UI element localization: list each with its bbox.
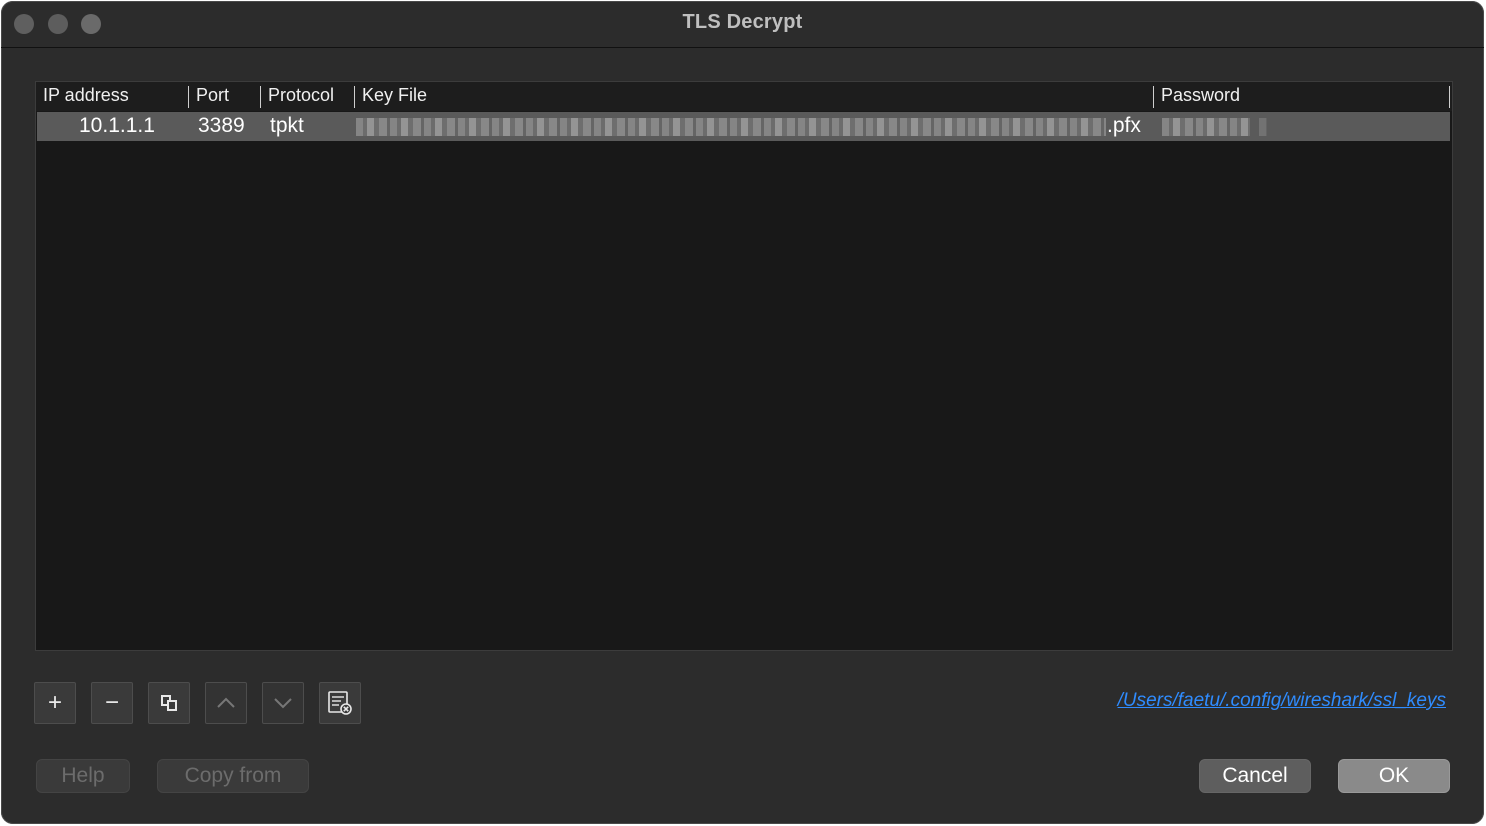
column-header-password[interactable]: Password	[1161, 85, 1240, 106]
clear-list-icon	[328, 691, 352, 715]
clear-all-button[interactable]	[319, 682, 361, 724]
column-divider[interactable]	[188, 86, 189, 108]
copy-icon	[161, 695, 177, 711]
table-header: IP address Port Protocol Key File Passwo…	[36, 82, 1452, 111]
redacted-password	[1162, 118, 1250, 136]
column-header-ip-address[interactable]: IP address	[43, 85, 129, 106]
plus-icon: +	[47, 689, 62, 716]
keys-table[interactable]: IP address Port Protocol Key File Passwo…	[35, 81, 1453, 651]
column-header-key-file[interactable]: Key File	[362, 85, 427, 106]
column-header-protocol[interactable]: Protocol	[268, 85, 334, 106]
ok-button[interactable]: OK	[1338, 759, 1450, 793]
redacted-password-tail	[1259, 118, 1267, 136]
move-down-button[interactable]	[262, 682, 304, 724]
redacted-key-file-path	[356, 118, 1106, 136]
title-bar: TLS Decrypt	[1, 1, 1484, 48]
column-header-port[interactable]: Port	[196, 85, 229, 106]
cell-port[interactable]: 3389	[198, 114, 245, 138]
cell-ip-address[interactable]: 10.1.1.1	[79, 114, 155, 138]
table-row[interactable]: 10.1.1.1 3389 tpkt .pfx	[37, 112, 1450, 141]
column-divider[interactable]	[1153, 86, 1154, 108]
move-up-button[interactable]	[205, 682, 247, 724]
chevron-up-icon	[217, 697, 235, 708]
column-divider[interactable]	[354, 86, 355, 108]
column-divider[interactable]	[1449, 86, 1450, 108]
add-entry-button[interactable]: +	[34, 682, 76, 724]
minus-icon: −	[104, 689, 119, 716]
tls-decrypt-dialog: TLS Decrypt IP address Port Protocol Key…	[1, 1, 1484, 824]
cancel-button[interactable]: Cancel	[1199, 759, 1311, 793]
column-divider[interactable]	[260, 86, 261, 108]
window-title: TLS Decrypt	[682, 11, 803, 33]
copy-entry-button[interactable]	[148, 682, 190, 724]
config-path-link[interactable]: /Users/faetu/.config/wireshark/ssl_keys	[1118, 690, 1446, 712]
cell-protocol[interactable]: tpkt	[270, 114, 304, 138]
copy-from-button[interactable]: Copy from	[157, 759, 309, 793]
chevron-down-icon	[274, 698, 292, 709]
remove-entry-button[interactable]: −	[91, 682, 133, 724]
cell-key-file-extension[interactable]: .pfx	[1107, 114, 1141, 138]
help-button[interactable]: Help	[36, 759, 130, 793]
